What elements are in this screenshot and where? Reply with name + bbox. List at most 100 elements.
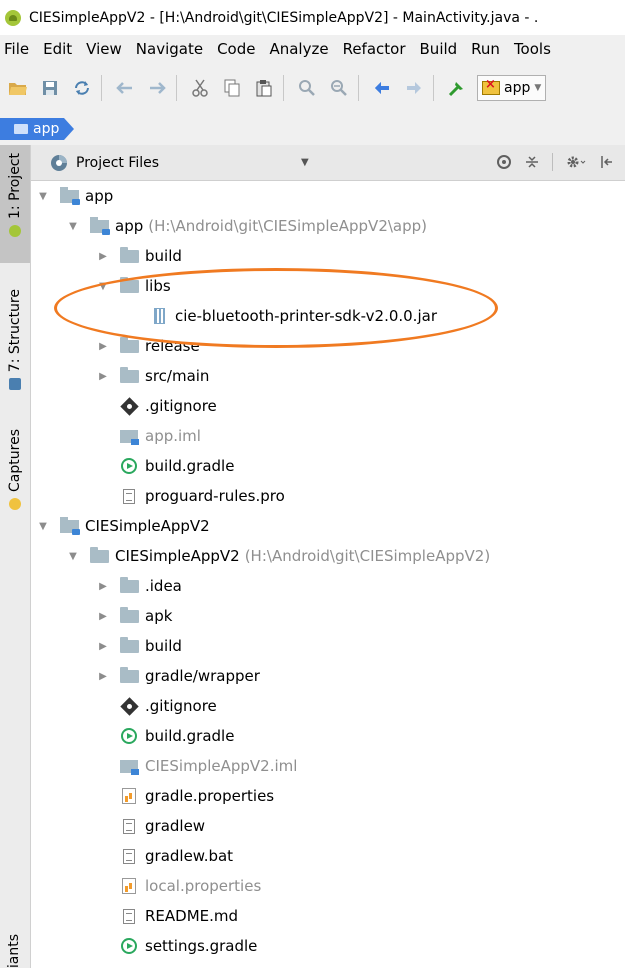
menu-build[interactable]: Build: [413, 40, 465, 58]
tree-row[interactable]: gradlew.bat: [97, 841, 233, 871]
tab-structure[interactable]: 7: Structure: [0, 289, 30, 399]
menu-code[interactable]: Code: [210, 40, 262, 58]
collapsed-arrow-icon[interactable]: ▶: [97, 670, 109, 682]
text-file-icon: [119, 847, 139, 865]
tab-project[interactable]: 1: Project: [0, 145, 30, 263]
save-icon[interactable]: [36, 74, 64, 102]
tree-row[interactable]: ▼ app (H:\Android\git\CIESimpleAppV2\app): [67, 211, 427, 241]
tree-row[interactable]: proguard-rules.pro: [97, 481, 285, 511]
menu-navigate[interactable]: Navigate: [129, 40, 210, 58]
run-configuration-dropdown[interactable]: app ▼: [477, 75, 547, 101]
folder-icon-shape: [119, 606, 139, 623]
scroll-from-source-icon[interactable]: [496, 154, 512, 170]
paste-icon[interactable]: [250, 74, 278, 102]
tree-row[interactable]: ▶ src/main: [97, 361, 209, 391]
tree-row[interactable]: gradlew: [97, 811, 205, 841]
git-icon-shape: [119, 696, 139, 716]
menu-run[interactable]: Run: [464, 40, 507, 58]
tree-row[interactable]: build.gradle: [97, 721, 234, 751]
tree-row[interactable]: ▶ release: [97, 331, 200, 361]
toolbar-separator: [283, 75, 284, 101]
menu-refactor[interactable]: Refactor: [336, 40, 413, 58]
make-icon[interactable]: [443, 74, 471, 102]
toolbar-separator: [433, 75, 434, 101]
gradle-icon: [119, 937, 139, 955]
arrow-spacer: [97, 850, 109, 862]
open-icon[interactable]: [4, 74, 32, 102]
collapsed-arrow-icon[interactable]: ▶: [97, 250, 109, 262]
tree-item-label: CIESimpleAppV2: [115, 547, 240, 565]
tree-row[interactable]: ▼ CIESimpleAppV2: [37, 511, 210, 541]
run-configuration-label: app: [504, 80, 531, 96]
left-tool-window-bar: 1: Project 7: Structure Captures iants: [0, 145, 31, 968]
chevron-down-icon: ▼: [534, 83, 542, 93]
tree-row[interactable]: CIESimpleAppV2.iml: [97, 751, 297, 781]
tree-row[interactable]: .gitignore: [97, 691, 217, 721]
back-icon[interactable]: [368, 74, 396, 102]
tree-item-label: CIESimpleAppV2: [85, 517, 210, 535]
find-icon[interactable]: [293, 74, 321, 102]
collapsed-arrow-icon[interactable]: ▶: [97, 610, 109, 622]
tree-row[interactable]: gradle.properties: [97, 781, 274, 811]
collapse-all-icon[interactable]: [524, 154, 540, 170]
menu-analyze[interactable]: Analyze: [262, 40, 335, 58]
tab-captures[interactable]: Captures: [0, 429, 30, 539]
expanded-arrow-icon[interactable]: ▼: [67, 220, 79, 232]
menu-file[interactable]: File: [0, 40, 36, 58]
folder-icon-shape: [119, 366, 139, 383]
tree-row[interactable]: build.gradle: [97, 451, 234, 481]
menu-tools[interactable]: Tools: [507, 40, 558, 58]
folder-icon: [89, 546, 109, 565]
tree-row[interactable]: ▼ app: [37, 181, 113, 211]
tree-item-path: (H:\Android\git\CIESimpleAppV2\app): [148, 217, 428, 235]
tree-row[interactable]: ▶ gradle/wrapper: [97, 661, 260, 691]
menu-edit[interactable]: Edit: [36, 40, 79, 58]
expanded-arrow-icon[interactable]: ▼: [37, 520, 49, 532]
arrow-spacer: [97, 790, 109, 802]
tree-row[interactable]: README.md: [97, 901, 238, 931]
tree-row[interactable]: ▶ build: [97, 631, 182, 661]
tree-row[interactable]: ▶ .idea: [97, 571, 182, 601]
cut-icon[interactable]: [186, 74, 214, 102]
chevron-down-icon[interactable]: ▼: [301, 157, 309, 168]
arrow-spacer: [97, 880, 109, 892]
tree-row[interactable]: cie-bluetooth-printer-sdk-v2.0.0.jar: [127, 301, 437, 331]
text-file-icon-shape: [123, 488, 135, 504]
gear-icon[interactable]: [565, 154, 587, 170]
tree-row[interactable]: ▶ apk: [97, 601, 172, 631]
arrow-spacer: [127, 310, 139, 322]
tree-row[interactable]: .gitignore: [97, 391, 217, 421]
folder-icon: [119, 576, 139, 595]
tree-row[interactable]: local.properties: [97, 871, 261, 901]
undo-icon[interactable]: [111, 74, 139, 102]
breadcrumb[interactable]: app: [0, 118, 74, 140]
collapsed-arrow-icon[interactable]: ▶: [97, 640, 109, 652]
collapsed-arrow-icon[interactable]: ▶: [97, 580, 109, 592]
expanded-arrow-icon[interactable]: ▼: [67, 550, 79, 562]
hide-panel-icon[interactable]: [599, 154, 615, 170]
tab-build-variants[interactable]: iants: [0, 920, 30, 968]
tree-row[interactable]: ▼ CIESimpleAppV2 (H:\Android\git\CIESimple…: [67, 541, 490, 571]
tree-row[interactable]: settings.gradle: [97, 931, 257, 961]
tree-item-label: libs: [145, 277, 171, 295]
forward-icon[interactable]: [400, 74, 428, 102]
tab-captures-label: Captures: [7, 429, 23, 492]
tree-item-label: build.gradle: [145, 457, 235, 475]
replace-icon[interactable]: [325, 74, 353, 102]
menu-view[interactable]: View: [79, 40, 129, 58]
tree-row[interactable]: ▶ build: [97, 241, 182, 271]
expanded-arrow-icon[interactable]: ▼: [37, 190, 49, 202]
gradle-icon-shape: [121, 458, 137, 474]
sync-icon[interactable]: [68, 74, 96, 102]
arrow-spacer: [97, 490, 109, 502]
expanded-arrow-icon[interactable]: ▼: [97, 280, 109, 292]
tree-row[interactable]: app.iml: [97, 421, 201, 451]
collapsed-arrow-icon[interactable]: ▶: [97, 340, 109, 352]
collapsed-arrow-icon[interactable]: ▶: [97, 370, 109, 382]
tree-row[interactable]: ▼ libs: [97, 271, 171, 301]
copy-icon[interactable]: [218, 74, 246, 102]
redo-icon[interactable]: [143, 74, 171, 102]
arrow-spacer: [97, 820, 109, 832]
tree-item-label: app: [115, 217, 144, 235]
project-view-selector[interactable]: Project Files: [76, 155, 159, 171]
